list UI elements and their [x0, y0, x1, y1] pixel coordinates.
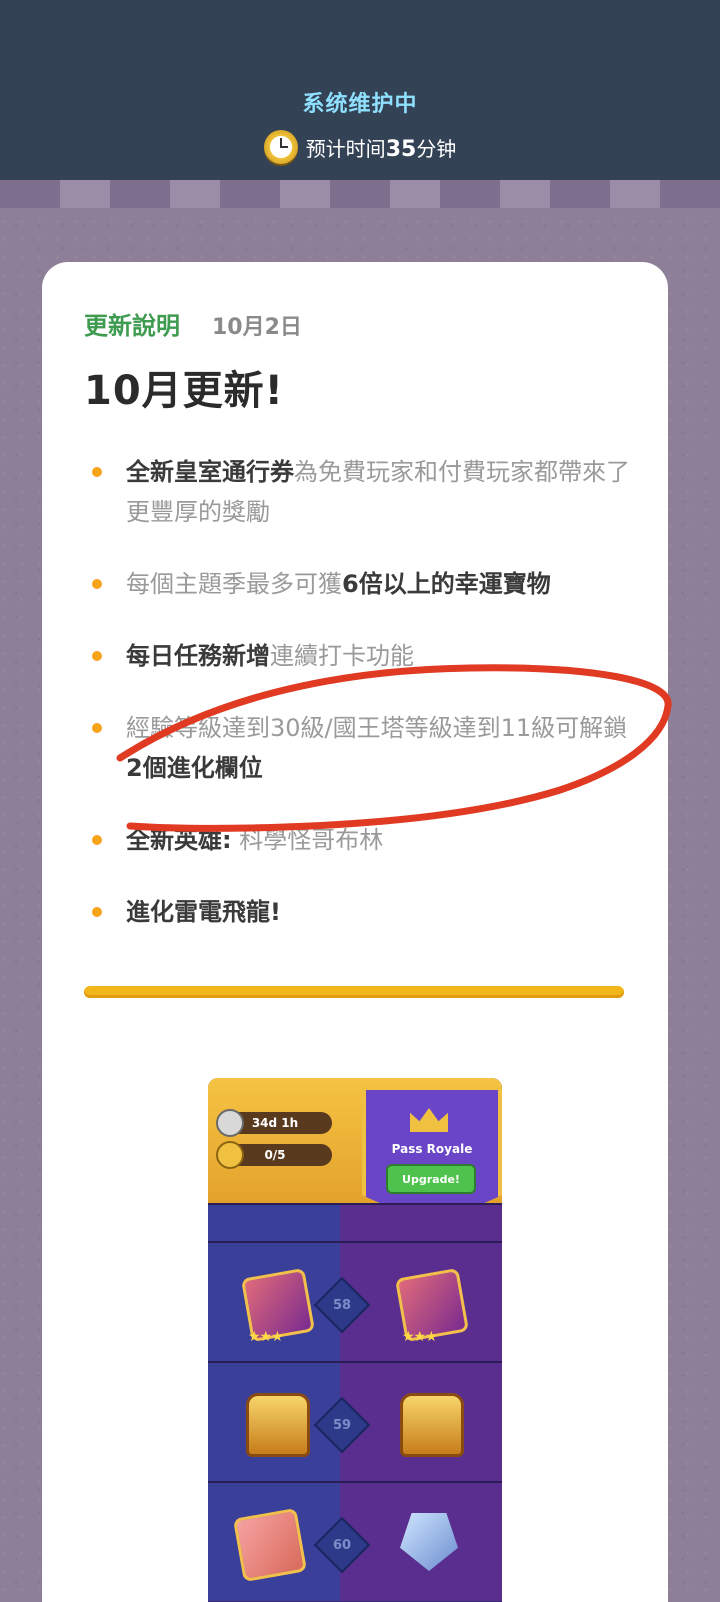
chest-reward-icon[interactable]: [246, 1393, 310, 1457]
eta-text: 预计时间35分钟: [305, 136, 457, 162]
reward-row: 60: [208, 1481, 502, 1601]
card-header: 更新說明 10月2日: [84, 306, 302, 341]
card-reward-icon[interactable]: [232, 1507, 308, 1583]
premium-lane: [340, 1205, 502, 1241]
notes-date: 10月2日: [212, 315, 302, 340]
chest-reward-icon[interactable]: [400, 1393, 464, 1457]
list-item: 經驗等級達到30級/國王塔等級達到11級可解鎖2個進化欄位: [92, 708, 632, 788]
list-item: 全新英雄: 科學怪哥布林: [92, 820, 632, 860]
notes-label: 更新說明: [84, 312, 180, 340]
reward-track: ★★★ 58 ★★★ 59 60: [208, 1203, 502, 1601]
maintenance-eta: 预计时间35分钟: [0, 130, 720, 164]
update-list: 全新皇室通行券為免費玩家和付費玩家都帶來了更豐厚的獎勵 每個主題季最多可獲6倍以…: [92, 452, 632, 964]
pass-title: Pass Royale: [391, 1142, 473, 1156]
crown-icon: [410, 1108, 448, 1132]
eta-minutes: 35: [385, 136, 417, 162]
clock-icon: [263, 130, 298, 164]
list-item: 進化雷電飛龍!: [92, 892, 632, 932]
upgrade-button[interactable]: Upgrade!: [386, 1164, 476, 1194]
reward-row: 59: [208, 1361, 502, 1481]
reward-row: [208, 1203, 502, 1241]
pass-header: 34d 1h 0/5 Pass Royale Upgrade!: [208, 1078, 502, 1226]
timer-icon: [216, 1109, 244, 1137]
castle-roof-decoration: [0, 180, 720, 208]
free-lane: [208, 1205, 340, 1241]
update-notes-card[interactable]: 更新說明 10月2日 10月更新! 全新皇室通行券為免費玩家和付費玩家都帶來了更…: [42, 262, 668, 1602]
update-title: 10月更新!: [84, 368, 284, 414]
maintenance-banner: 系统维护中 预计时间35分钟: [0, 0, 720, 180]
stars-icon: ★★★: [402, 1329, 438, 1345]
pass-royale-preview-image: 34d 1h 0/5 Pass Royale Upgrade! ★★★ 58 ★…: [208, 1078, 502, 1602]
stars-icon: ★★★: [248, 1329, 284, 1345]
reward-row: ★★★ 58 ★★★: [208, 1241, 502, 1361]
list-item: 每日任務新增連續打卡功能: [92, 636, 632, 676]
list-item: 每個主題季最多可獲6倍以上的幸運寶物: [92, 564, 632, 604]
season-timer: 34d 1h: [216, 1109, 332, 1137]
section-divider: [84, 986, 624, 998]
progress-pill: 0/5: [216, 1141, 332, 1169]
list-item: 全新皇室通行券為免費玩家和付費玩家都帶來了更豐厚的獎勵: [92, 452, 632, 532]
crown-token-icon: [216, 1141, 244, 1169]
maintenance-title: 系统维护中: [302, 92, 418, 117]
